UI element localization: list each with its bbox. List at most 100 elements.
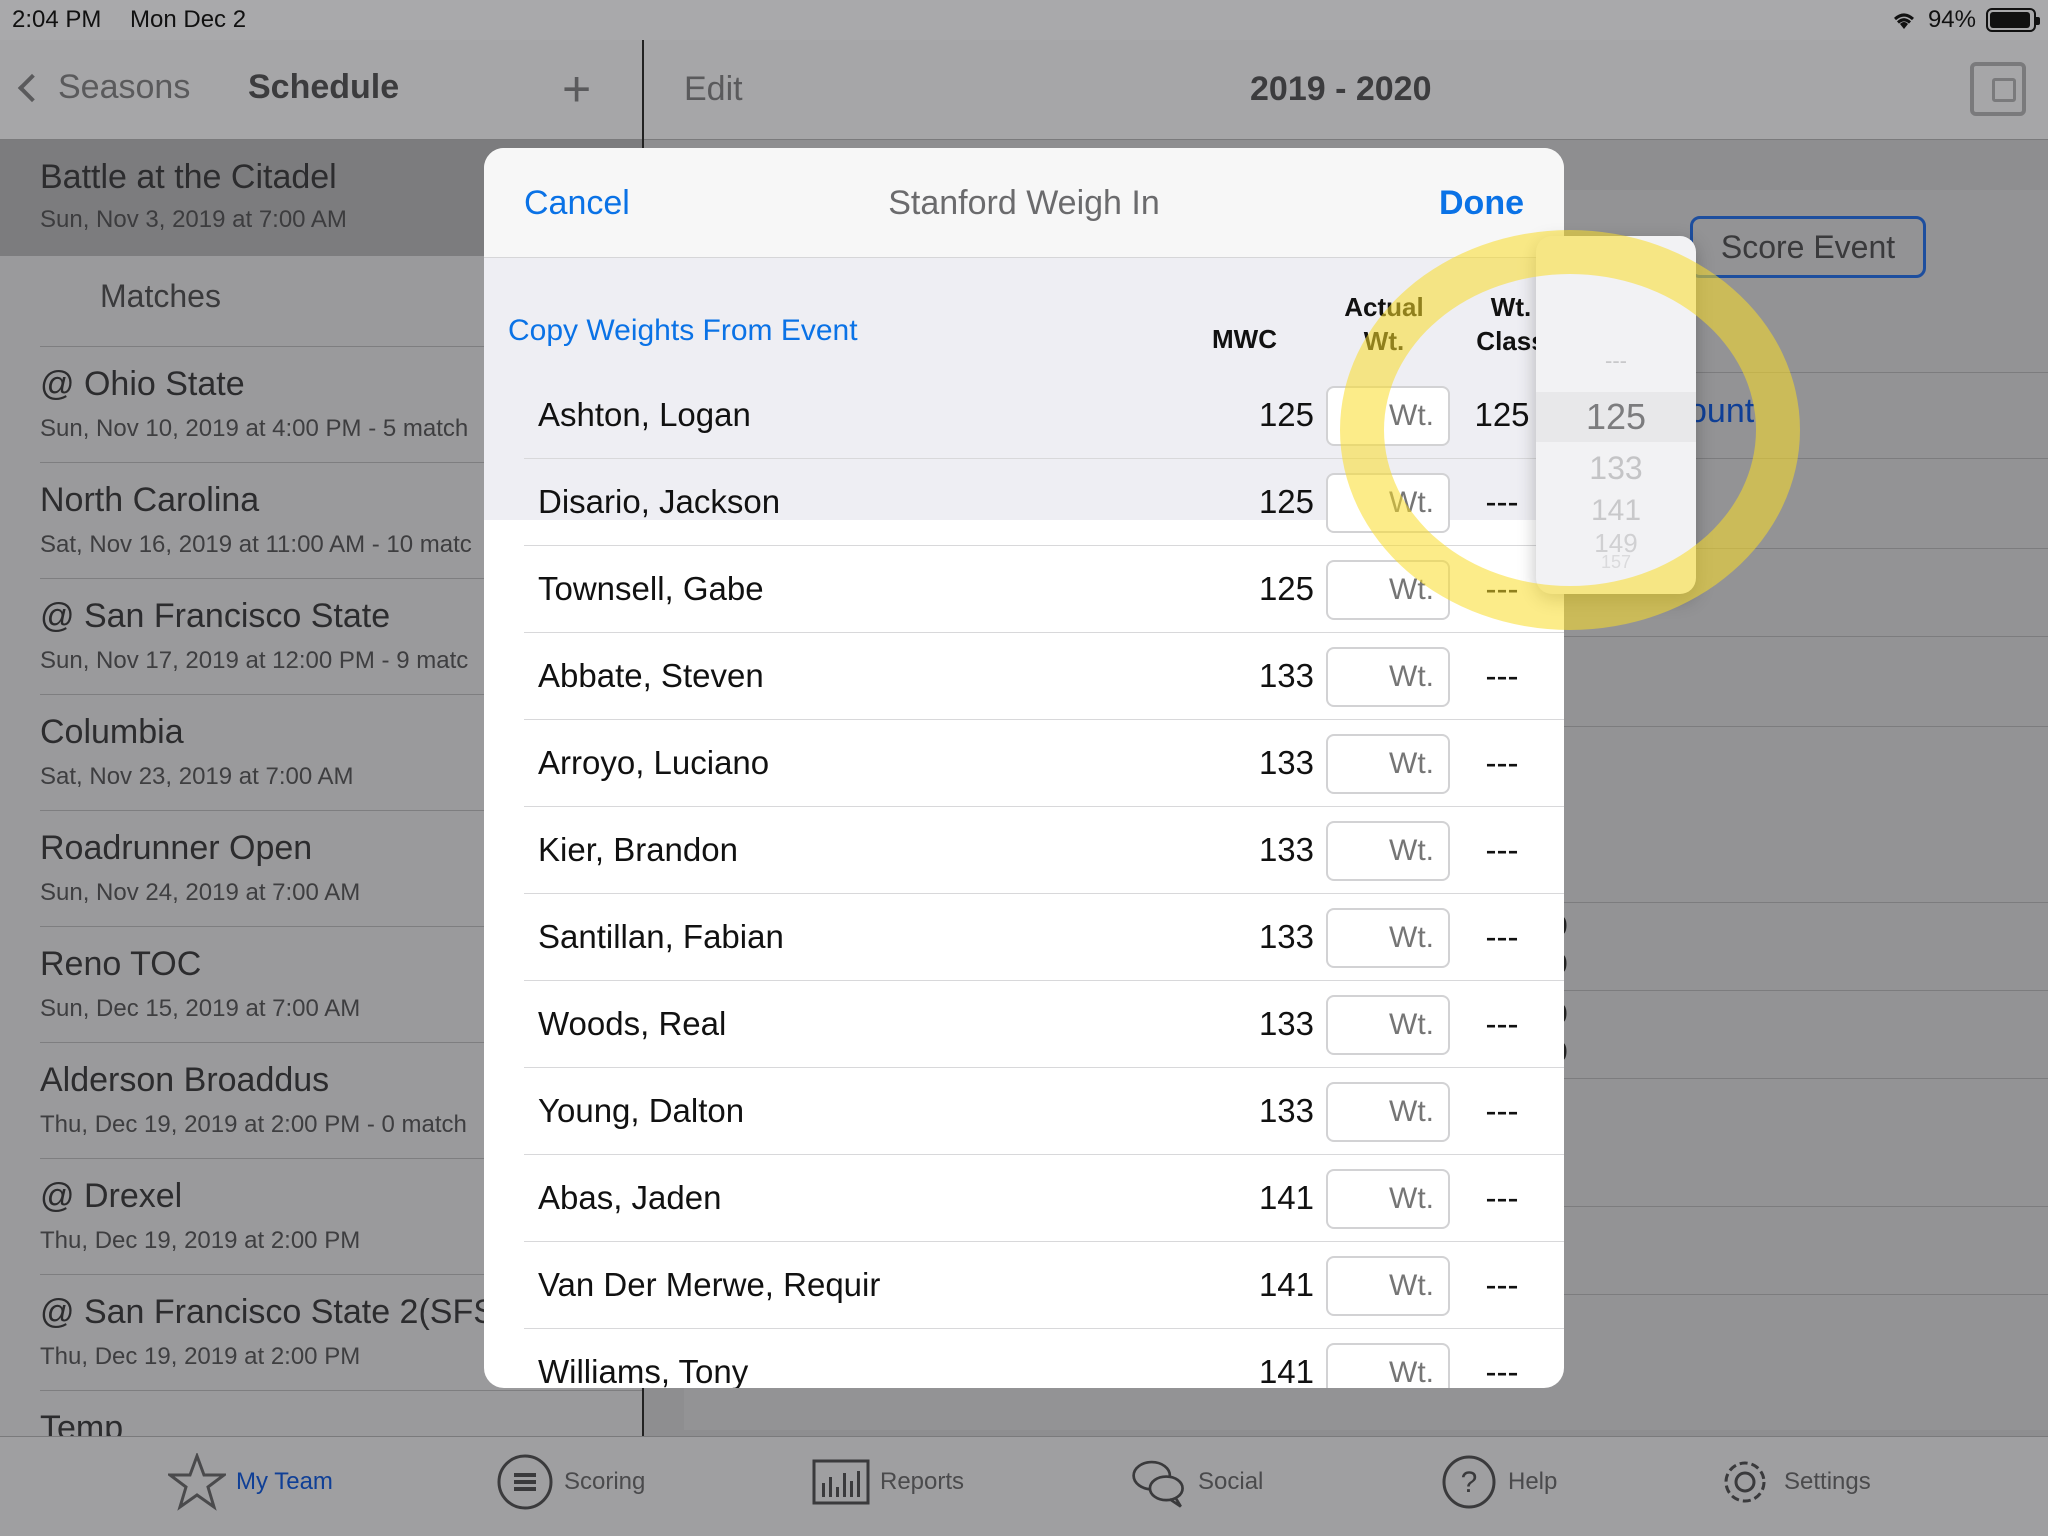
wrestler-list: Ashton, Logan 125 125 Disario, Jackson 125 --… [484, 372, 1564, 1388]
event-subtitle: Sun, Nov 24, 2019 at 7:00 AM [40, 879, 361, 906]
weight-class-value[interactable]: --- [1446, 1005, 1558, 1043]
wrestler-row: Young, Dalton 133 --- [524, 1068, 1564, 1155]
chat-icon [1130, 1453, 1188, 1511]
wrestler-name: Abbate, Steven [538, 657, 764, 694]
reports-icon [812, 1453, 870, 1511]
seasons-back-button[interactable]: Seasons [17, 68, 191, 107]
weight-class-value[interactable]: --- [1446, 1266, 1558, 1304]
weight-class-value[interactable]: --- [1446, 1179, 1558, 1217]
weight-class-value[interactable]: --- [1446, 1092, 1558, 1130]
tab-label: Social [1198, 1468, 1264, 1495]
picker-option[interactable]: --- [1536, 348, 1696, 374]
event-subtitle: Thu, Dec 19, 2019 at 2:00 PM [40, 1343, 361, 1370]
actual-weight-field[interactable] [1326, 908, 1450, 968]
event-list-item[interactable]: Temp [40, 1390, 642, 1436]
tab-bar: My Team Scoring Reports Social ? Help Se… [0, 1436, 2048, 1536]
edit-button[interactable]: Edit [684, 70, 743, 109]
wrestler-row: Arroyo, Luciano 133 --- [524, 720, 1564, 807]
event-subtitle: Thu, Dec 19, 2019 at 2:00 PM [40, 1227, 361, 1254]
wrestler-name: Woods, Real [538, 1005, 727, 1042]
event-subtitle: Sat, Nov 23, 2019 at 7:00 AM [40, 763, 354, 790]
cancel-button[interactable]: Cancel [524, 184, 630, 223]
actual-weight-field[interactable] [1326, 560, 1450, 620]
wrestler-mwc: 133 [1258, 657, 1314, 694]
picker-option[interactable]: 133 [1536, 450, 1696, 487]
event-title: @ Drexel [40, 1177, 183, 1215]
tab-social[interactable]: Social [1130, 1453, 1263, 1511]
tab-label: Settings [1784, 1468, 1871, 1495]
wrestler-name: Kier, Brandon [538, 831, 738, 868]
sidebar-toggle-icon[interactable] [1970, 62, 2026, 116]
wrestler-name: Ashton, Logan [538, 396, 751, 433]
help-icon: ? [1440, 1453, 1498, 1511]
status-bar: 2:04 PM Mon Dec 2 94% [0, 0, 2048, 40]
event-title: Alderson Broaddus [40, 1061, 330, 1099]
status-right: 94% [1890, 6, 2040, 34]
tab-reports[interactable]: Reports [812, 1453, 964, 1511]
weight-class-value[interactable]: --- [1446, 744, 1558, 782]
actual-weight-field[interactable] [1326, 647, 1450, 707]
detail-nav-bar: Edit 2019 - 2020 [644, 40, 2048, 140]
wrestler-name: Townsell, Gabe [538, 570, 764, 607]
wrestler-row: Williams, Tony 141 --- [524, 1329, 1564, 1388]
tab-settings[interactable]: Settings [1716, 1453, 1871, 1511]
actual-weight-field[interactable] [1326, 821, 1450, 881]
wrestler-name: Disario, Jackson [538, 483, 781, 520]
wrestler-mwc: 125 [1258, 483, 1314, 520]
status-time: 2:04 PM [12, 6, 102, 33]
weight-class-value[interactable]: --- [1446, 831, 1558, 869]
wrestler-name: Williams, Tony [538, 1353, 749, 1388]
picker-option[interactable]: 141 [1536, 494, 1696, 528]
wrestler-mwc: 141 [1258, 1266, 1314, 1303]
actual-weight-field[interactable] [1326, 1256, 1450, 1316]
score-event-button[interactable]: Score Event [1690, 216, 1926, 278]
copy-weights-button[interactable]: Copy Weights From Event [508, 314, 858, 348]
event-title: Columbia [40, 713, 184, 751]
add-event-button[interactable]: + [562, 60, 591, 118]
actual-weight-field[interactable] [1326, 386, 1450, 446]
actual-weight-field[interactable] [1326, 1082, 1450, 1142]
actual-weight-field[interactable] [1326, 1343, 1450, 1388]
wrestler-row: Townsell, Gabe125--- [524, 546, 1564, 633]
event-subtitle: Sat, Nov 16, 2019 at 11:00 AM - 10 matc [40, 531, 472, 558]
weight-class-picker[interactable]: --- 125 133 141 149 157 [1536, 236, 1696, 594]
matches-label[interactable]: Matches [100, 278, 221, 315]
scoring-icon [496, 1453, 554, 1511]
battery-icon [1986, 8, 2040, 32]
wrestler-name: Santillan, Fabian [538, 918, 784, 955]
wrestler-mwc: 133 [1258, 831, 1314, 868]
weight-class-value[interactable]: --- [1446, 918, 1558, 956]
weight-class-value[interactable]: --- [1446, 1353, 1558, 1388]
wrestler-row: Kier, Brandon 133 --- [524, 807, 1564, 894]
weight-class-value[interactable]: --- [1446, 657, 1558, 695]
status-date: Mon Dec 2 [130, 6, 247, 33]
tab-label: Reports [880, 1468, 965, 1495]
col-mwc: MWC [1212, 324, 1277, 354]
wrestler-mwc: 125 [1258, 396, 1314, 433]
tab-help[interactable]: ? Help [1440, 1453, 1557, 1511]
actual-weight-field[interactable] [1326, 1169, 1450, 1229]
actual-weight-field[interactable] [1326, 473, 1450, 533]
done-button[interactable]: Done [1439, 184, 1524, 223]
wifi-icon [1893, 13, 1914, 29]
modal-title: Stanford Weigh In [888, 184, 1160, 222]
wrestler-name: Young, Dalton [538, 1092, 745, 1129]
actual-weight-field[interactable] [1326, 995, 1450, 1055]
wrestler-mwc: 133 [1258, 1005, 1314, 1042]
tab-my-team[interactable]: My Team [168, 1453, 333, 1511]
actual-weight-field[interactable] [1326, 734, 1450, 794]
wrestler-name: Abas, Jaden [538, 1179, 722, 1216]
picker-option[interactable]: 157 [1536, 552, 1696, 573]
partial-link[interactable]: ount [1688, 392, 1754, 431]
event-subtitle: Sun, Nov 3, 2019 at 7:00 AM [40, 206, 347, 233]
event-title: @ San Francisco State [40, 597, 391, 635]
event-title: @ San Francisco State 2(SFS [40, 1293, 496, 1331]
back-label: Seasons [58, 68, 191, 106]
chevron-left-icon [17, 73, 47, 102]
wrestler-row: Ashton, Logan125125 [524, 372, 1564, 459]
col-actual-wt: Actual Wt. [1324, 290, 1444, 358]
tab-scoring[interactable]: Scoring [496, 1453, 645, 1511]
picker-option-selected[interactable]: 125 [1536, 392, 1696, 442]
schedule-nav-bar: Seasons Schedule + [0, 40, 642, 140]
wrestler-row: Woods, Real 133 --- [524, 981, 1564, 1068]
